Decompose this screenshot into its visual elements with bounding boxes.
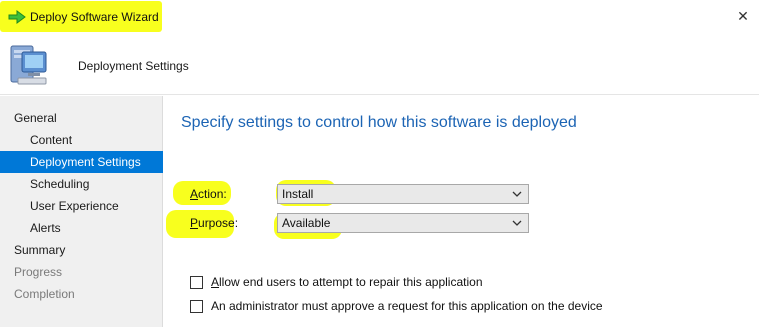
nav-item-progress: Progress (14, 265, 63, 279)
wizard-nav: General Content Deployment Settings Sche… (0, 96, 163, 327)
title-bar: Deploy Software Wizard ✕ (0, 0, 759, 34)
nav-item-summary[interactable]: Summary (0, 239, 163, 261)
page-title: Deployment Settings (78, 59, 189, 73)
chevron-down-icon (512, 220, 522, 226)
nav-item-user-experience[interactable]: User Experience (0, 195, 163, 217)
purpose-label: Purpose: (190, 216, 239, 230)
chevron-down-icon (512, 191, 522, 197)
green-arrow-icon (8, 10, 26, 24)
approval-checkbox[interactable] (190, 300, 203, 313)
approval-checkbox-label: An administrator must approve a request … (211, 299, 603, 313)
purpose-dropdown[interactable]: Available (277, 213, 529, 233)
nav-item-scheduling[interactable]: Scheduling (0, 173, 163, 195)
wizard-header: Deployment Settings (0, 34, 759, 95)
nav-item-alerts[interactable]: Alerts (0, 217, 163, 239)
action-label: Action: (190, 187, 227, 201)
nav-item-deployment-settings[interactable]: Deployment Settings (0, 151, 163, 173)
action-value: Install (282, 187, 314, 201)
computer-icon (10, 45, 47, 85)
close-button[interactable]: ✕ (730, 6, 756, 26)
action-dropdown[interactable]: Install (277, 184, 529, 204)
purpose-value: Available (282, 216, 331, 230)
window-title: Deploy Software Wizard (30, 10, 159, 24)
nav-item-general[interactable]: General (0, 107, 163, 129)
main-panel: Specify settings to control how this sof… (164, 96, 759, 327)
repair-checkbox[interactable] (190, 276, 203, 289)
repair-checkbox-label: Allow end users to attempt to repair thi… (211, 275, 483, 289)
section-heading: Specify settings to control how this sof… (181, 114, 577, 131)
nav-item-completion: Completion (14, 287, 75, 301)
nav-item-content[interactable]: Content (0, 129, 163, 151)
